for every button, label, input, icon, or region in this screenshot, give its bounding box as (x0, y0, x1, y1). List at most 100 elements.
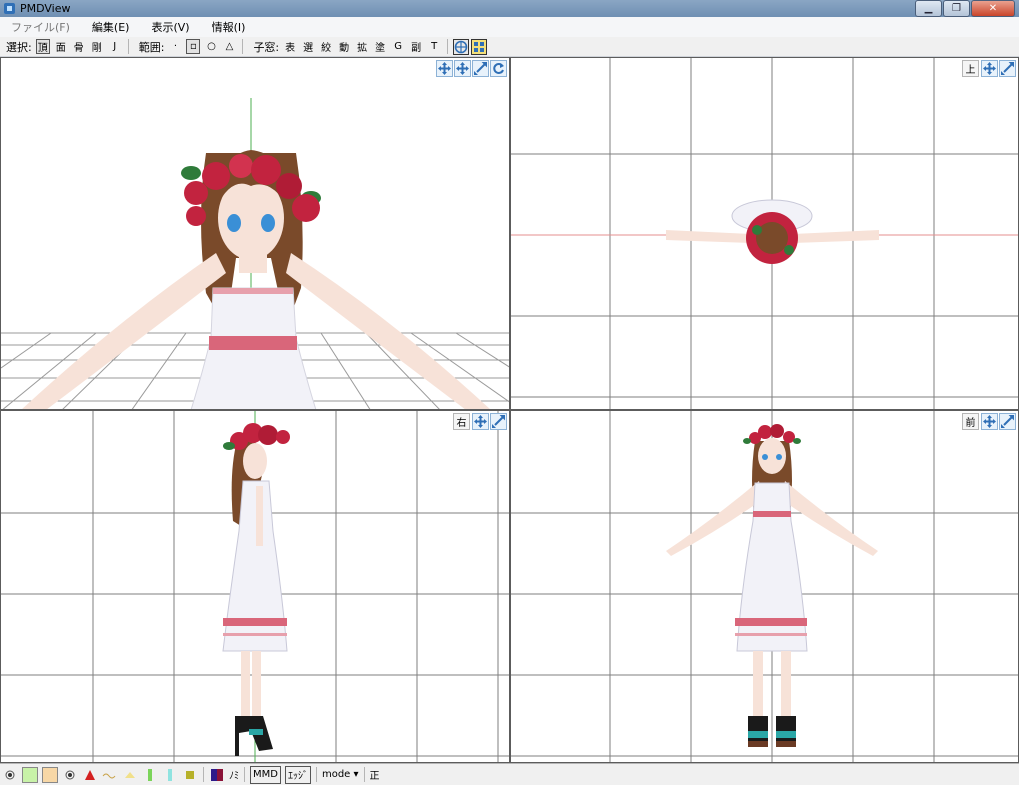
zoom-icon[interactable] (999, 60, 1016, 77)
top-viewport[interactable]: 上 (510, 57, 1019, 410)
leaf (752, 225, 762, 235)
minimize-button[interactable]: ▁ (915, 0, 942, 17)
green-bar-icon[interactable] (142, 767, 158, 783)
yellow-shape-icon[interactable] (122, 767, 138, 783)
olive-cube-icon[interactable] (182, 767, 198, 783)
dress-ribbon (209, 336, 297, 350)
zoom-icon[interactable] (999, 413, 1016, 430)
cyan-bar-icon[interactable] (162, 767, 178, 783)
front-tools: 前 (962, 413, 1016, 430)
child-paint-button[interactable]: 塗 (373, 39, 387, 54)
left-eye (227, 214, 241, 232)
radio-icon[interactable] (2, 767, 18, 783)
child-t-button[interactable]: T (427, 39, 441, 54)
child-select-button[interactable]: 選 (301, 39, 315, 54)
rotate-icon[interactable] (490, 60, 507, 77)
dress-trim (213, 288, 293, 294)
front-viewport[interactable]: 前 (510, 410, 1019, 763)
menu-bar: ファイル(F) 編集(E) 表示(V) 情報(I) (0, 17, 1019, 38)
move-icon[interactable] (472, 413, 489, 430)
crosshair-view-icon[interactable] (453, 38, 470, 55)
view-right-label: 右 (453, 413, 470, 430)
child-filter-button[interactable]: 絞 (319, 39, 333, 54)
toolbar-separator (447, 39, 449, 54)
status-separator (363, 767, 365, 782)
range-circle-button[interactable]: ○ (204, 39, 218, 54)
zoom-icon[interactable] (490, 413, 507, 430)
move-icon[interactable] (981, 60, 998, 77)
nomi-toggle[interactable]: ﾉﾐ (229, 767, 239, 783)
leg (241, 651, 250, 719)
menu-info[interactable]: 情報(I) (201, 19, 257, 35)
window-title: PMDView (20, 2, 71, 15)
side-scene (1, 411, 509, 762)
dress-ribbon (753, 511, 791, 517)
select-label: 選択: (6, 40, 32, 54)
toolbar: 選択: 頂 面 骨 剛 J 範囲: · ▫ ○ △ 子窓: 表 選 絞 動 拡 … (0, 37, 1019, 57)
title-bar: PMDView ▁ ❐ ✕ (0, 0, 1019, 17)
close-button[interactable]: ✕ (971, 0, 1015, 17)
orange-swatch-icon[interactable] (42, 766, 58, 783)
right-eye (261, 214, 275, 232)
child-g-button[interactable]: G (391, 39, 405, 54)
view-front-label: 前 (962, 413, 979, 430)
four-view-icon[interactable] (471, 38, 488, 55)
dress-hem-stripe (223, 633, 287, 636)
pan-icon[interactable] (454, 60, 471, 77)
color-swatch-icon[interactable] (209, 767, 225, 783)
child-move-button[interactable]: 動 (337, 39, 351, 54)
dress-hem-stripe (735, 618, 807, 626)
arm (256, 486, 263, 546)
leaf (784, 245, 794, 255)
side-viewport[interactable]: 右 (0, 410, 510, 763)
child-window-label: 子窓: (253, 40, 280, 54)
zoom-icon[interactable] (472, 60, 489, 77)
select-face-button[interactable]: 面 (54, 39, 68, 54)
shoe-strap (748, 731, 768, 738)
perspective-tools (436, 60, 507, 77)
menu-view[interactable]: 表示(V) (140, 19, 200, 35)
child-sub-button[interactable]: 副 (409, 39, 423, 54)
radio-icon[interactable] (62, 767, 78, 783)
green-swatch-icon[interactable] (22, 766, 38, 783)
status-separator (203, 767, 204, 782)
side-tools: 右 (453, 413, 507, 430)
menu-file[interactable]: ファイル(F) (0, 19, 81, 35)
select-joint-button[interactable]: J (108, 39, 122, 54)
select-rigid-button[interactable]: 剛 (90, 39, 104, 54)
range-rect-button[interactable]: ▫ (186, 39, 201, 54)
child-table-button[interactable]: 表 (283, 39, 297, 54)
edge-toggle-button[interactable]: ｴｯｼﾞ (284, 765, 311, 784)
top-scene (511, 58, 1018, 409)
left-eye (762, 454, 768, 460)
select-bone-button[interactable]: 骨 (72, 39, 86, 54)
mmd-toggle-button[interactable]: MMD (250, 765, 281, 784)
maximize-button[interactable]: ❐ (943, 0, 970, 17)
menu-edit[interactable]: 編集(E) (81, 19, 141, 35)
child-scale-button[interactable]: 拡 (355, 39, 369, 54)
app-icon (4, 3, 15, 14)
perspective-scene (1, 98, 509, 409)
dress-hem-stripe (223, 618, 287, 626)
left-arm (22, 253, 226, 409)
mode-dropdown[interactable]: mode ▾ (322, 767, 359, 783)
red-triangle-icon[interactable] (82, 767, 98, 783)
perspective-viewport[interactable] (0, 57, 510, 410)
move-icon[interactable] (981, 413, 998, 430)
sei-button[interactable]: 正 (370, 767, 380, 783)
dress-hem-stripe (735, 633, 807, 636)
move-icon[interactable] (436, 60, 453, 77)
right-arm (793, 230, 879, 243)
left-arm (666, 230, 751, 243)
top-tools: 上 (962, 60, 1016, 77)
front-scene (511, 411, 1018, 762)
status-separator (315, 767, 317, 782)
wave-icon[interactable] (102, 767, 118, 783)
shoe-sole (776, 741, 796, 747)
toolbar-separator (242, 39, 244, 54)
select-vertex-button[interactable]: 頂 (35, 39, 50, 54)
range-triangle-button[interactable]: △ (222, 39, 236, 54)
range-point-button[interactable]: · (168, 39, 182, 54)
leg (753, 651, 763, 716)
shoe-sole (748, 741, 768, 747)
